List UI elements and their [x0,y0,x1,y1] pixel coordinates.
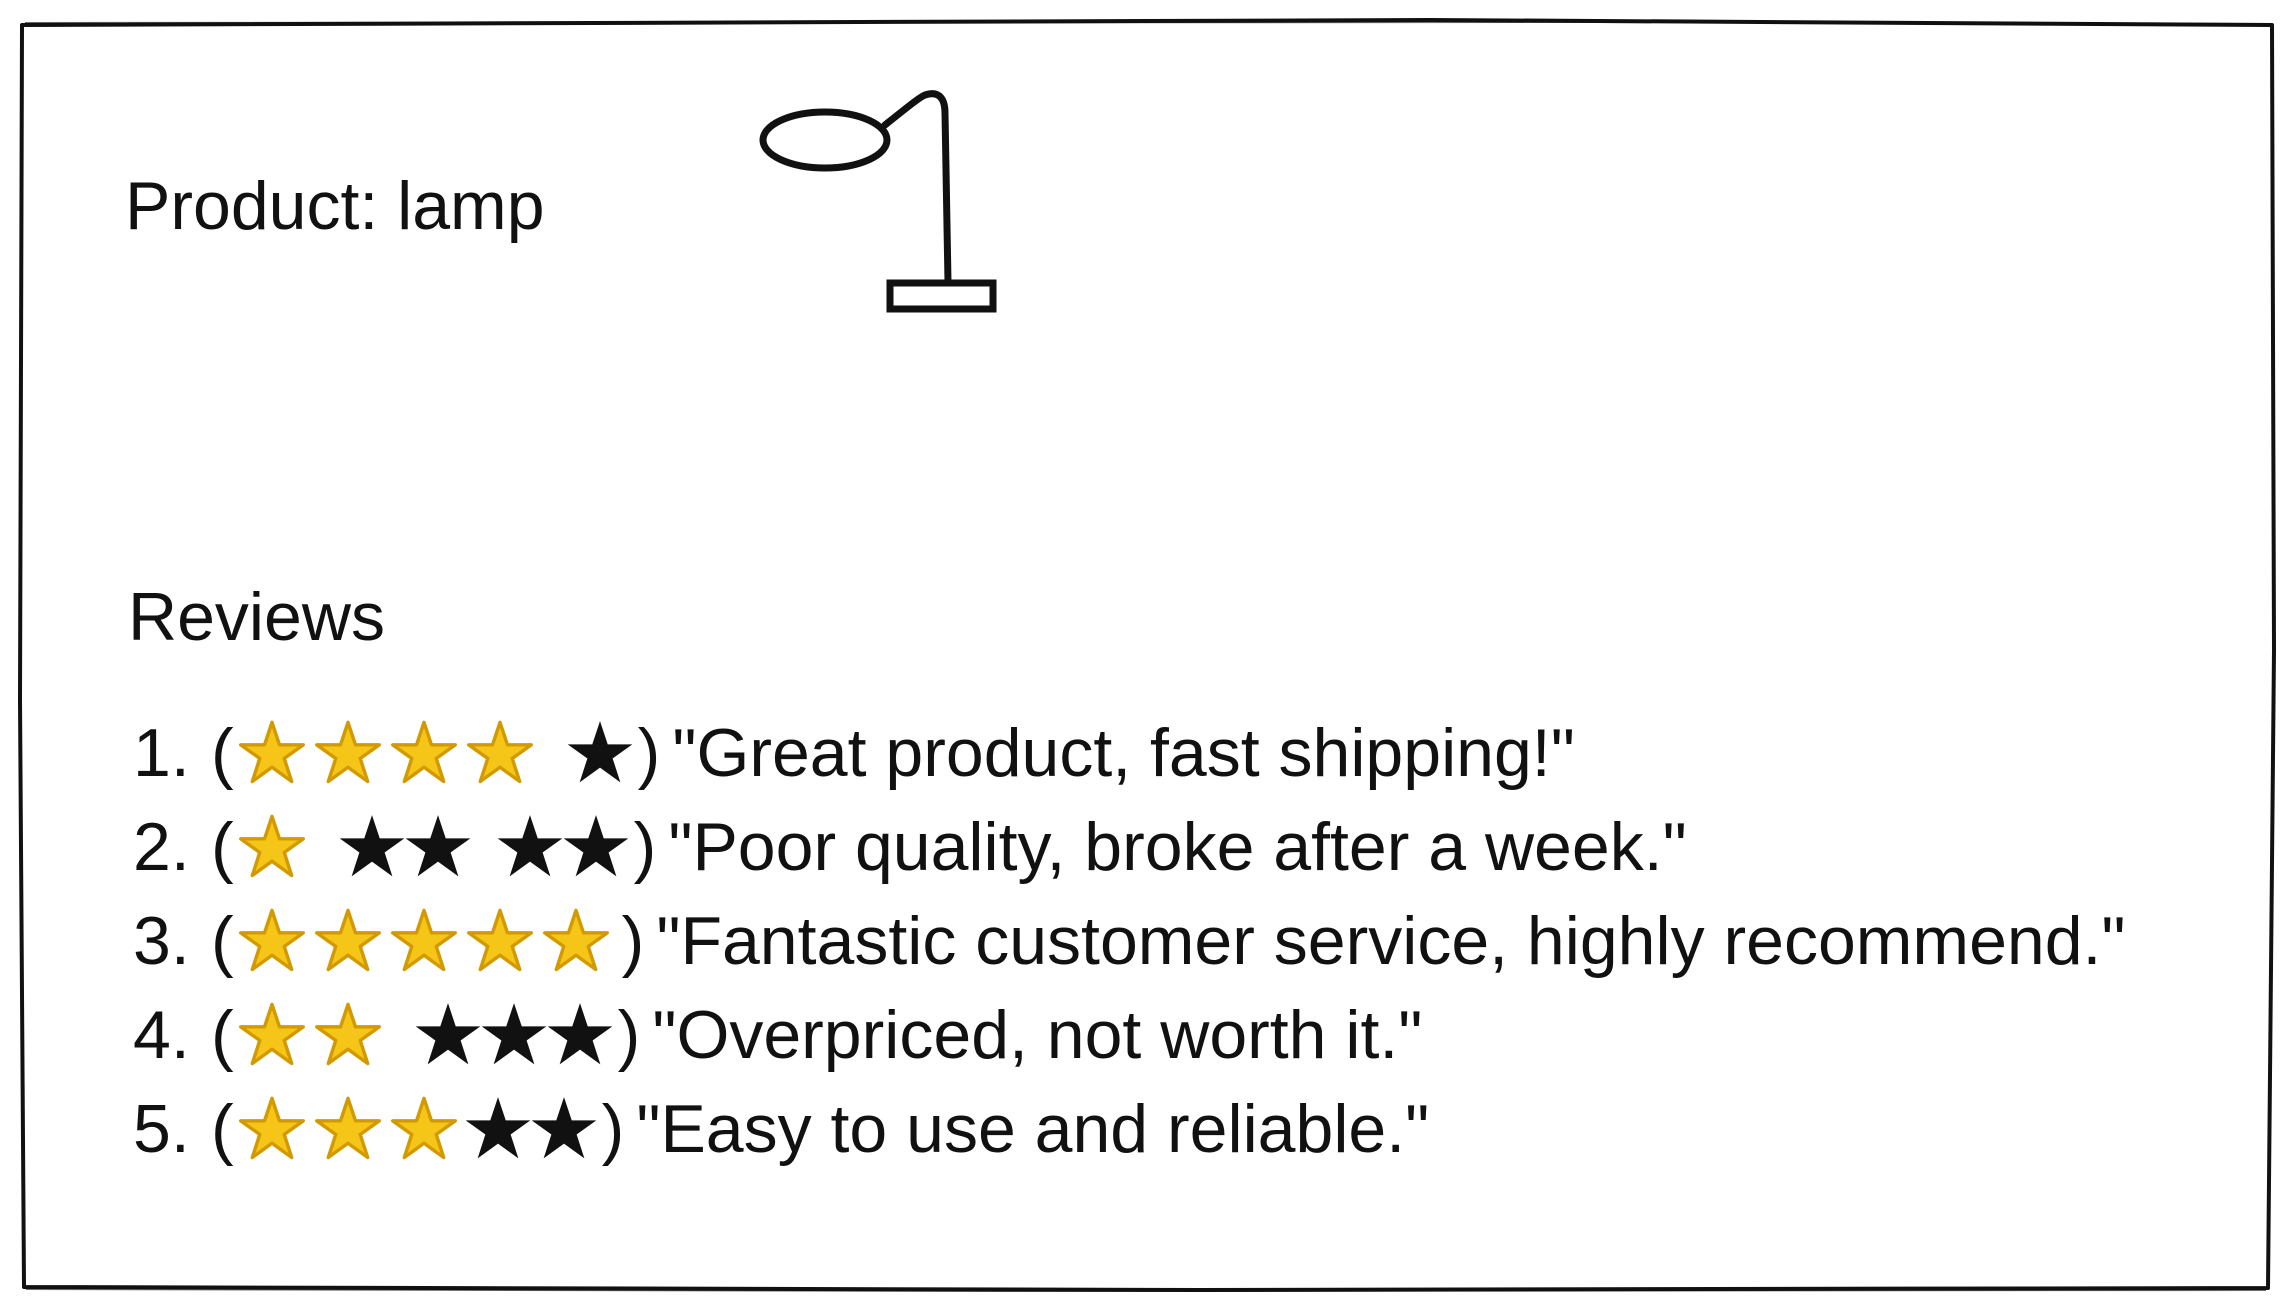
outline-star-icon [238,908,305,972]
close-paren: ) [637,715,661,791]
filled-star-icon [567,721,632,783]
product-title: Product: lamp [125,168,545,244]
outline-star-icon [314,1002,381,1066]
star-rating [238,1095,598,1163]
review-text: "Overpriced, not worth it." [652,997,1423,1073]
outline-star-icon [466,908,533,972]
filled-star-icon [415,1003,480,1065]
outline-star-icon [390,1096,457,1160]
outline-star-icon [390,720,457,784]
outline-star-icon [238,720,305,784]
outline-star-icon [238,814,305,878]
outline-star-icon [314,720,381,784]
outline-star-icon [314,1096,381,1160]
star-rating [238,813,630,881]
review-text: "Poor quality, broke after a week." [668,809,1687,885]
review-number: 3. [133,903,190,979]
filled-star-icon [465,1097,530,1159]
filled-star-icon [547,1003,612,1065]
review-item: 4. () "Overpriced, not worth it." [133,988,2126,1082]
review-text: "Fantastic customer service, highly reco… [656,903,2126,979]
review-item: 5. () "Easy to use and reliable." [133,1082,2126,1176]
outline-star-icon [542,908,609,972]
review-number: 4. [133,997,190,1073]
open-paren: ( [211,1091,234,1167]
open-paren: ( [211,809,234,885]
filled-star-icon [497,815,562,877]
review-number: 5. [133,1091,190,1167]
reviews-heading: Reviews [128,579,385,655]
outline-star-icon [314,908,381,972]
lamp-icon [759,90,997,313]
review-item: 2. () "Poor quality, broke after a week." [133,800,2126,894]
filled-star-icon [563,815,628,877]
reviews-list: 1.() "Great product, fast shipping!" 2.() "… [133,706,2126,1176]
review-number: 1. [133,715,190,791]
review-text: "Easy to use and reliable." [636,1091,1430,1167]
outline-star-icon [238,1096,305,1160]
filled-star-icon [339,815,404,877]
star-rating [238,1001,614,1069]
open-paren: ( [211,715,234,791]
outline-star-icon [466,720,533,784]
filled-star-icon [481,1003,546,1065]
review-item: 3. () "Fantastic customer service, highly … [133,894,2126,988]
outline-star-icon [390,908,457,972]
review-item: 1. () "Great product, fast shipping!" [133,706,2126,800]
close-paren: ) [621,903,645,979]
close-paren: ) [601,1091,625,1167]
review-number: 2. [133,809,190,885]
close-paren: ) [617,997,641,1073]
filled-star-icon [531,1097,596,1159]
open-paren: ( [211,903,234,979]
filled-star-icon [405,815,470,877]
open-paren: ( [211,997,234,1073]
outline-star-icon [238,1002,305,1066]
close-paren: ) [633,809,657,885]
review-text: "Great product, fast shipping!" [672,715,1575,791]
star-rating [238,907,618,975]
star-rating [238,719,634,787]
